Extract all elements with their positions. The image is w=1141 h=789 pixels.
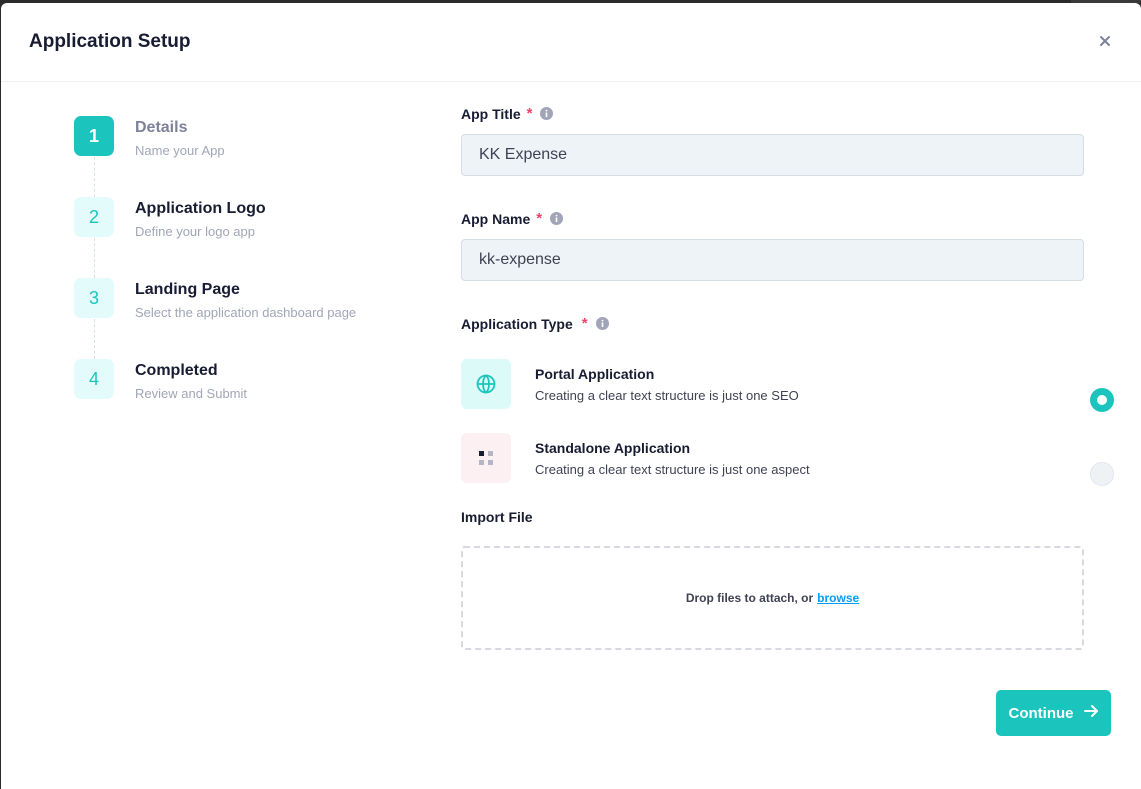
application-type-label-text: Application Type — [461, 315, 573, 332]
modal-header: Application Setup — [1, 3, 1141, 82]
app-title-label-text: App Title — [461, 105, 521, 122]
portal-application-radio[interactable] — [1090, 388, 1114, 412]
file-dropzone[interactable]: Drop files to attach, or browse — [461, 546, 1084, 650]
import-file-label-text: Import File — [461, 509, 533, 525]
info-icon — [550, 212, 564, 225]
step-number: 1 — [74, 116, 114, 156]
continue-button[interactable]: Continue — [996, 690, 1111, 736]
required-marker: * — [536, 210, 543, 227]
option-title: Standalone Application — [535, 440, 691, 456]
step-description: Review and Submit — [135, 386, 247, 401]
step-connector — [94, 157, 95, 197]
option-description: Creating a clear text structure is just … — [535, 388, 799, 403]
required-marker: * — [526, 105, 533, 122]
app-title-label: App Title * — [461, 105, 554, 122]
step-title: Landing Page — [135, 281, 240, 298]
option-description: Creating a clear text structure is just … — [535, 462, 810, 477]
grid-icon — [461, 433, 511, 483]
step-title: Details — [135, 119, 188, 136]
browse-link[interactable]: browse — [817, 591, 859, 605]
step-landing-page[interactable]: 3 Landing Page Select the application da… — [74, 278, 414, 322]
step-title: Completed — [135, 362, 218, 379]
step-description: Name your App — [135, 143, 225, 158]
step-details[interactable]: 1 Details Name your App — [74, 116, 414, 160]
step-number: 4 — [74, 359, 114, 399]
step-connector — [94, 238, 95, 278]
modal-title: Application Setup — [29, 31, 191, 52]
close-icon — [1095, 31, 1115, 51]
close-button[interactable] — [1095, 31, 1115, 51]
step-title: Application Logo — [135, 200, 266, 217]
application-type-label: Application Type * — [461, 315, 609, 332]
step-completed[interactable]: 4 Completed Review and Submit — [74, 359, 414, 403]
step-connector — [94, 319, 95, 359]
step-number: 3 — [74, 278, 114, 318]
step-number: 2 — [74, 197, 114, 237]
app-title-input[interactable] — [461, 134, 1084, 176]
option-title: Portal Application — [535, 366, 655, 382]
application-setup-modal: Application Setup 1 Details Name your Ap… — [1, 3, 1141, 789]
import-file-label: Import File — [461, 509, 533, 525]
step-application-logo[interactable]: 2 Application Logo Define your logo app — [74, 197, 414, 241]
continue-label: Continue — [1008, 704, 1074, 722]
arrow-right-icon — [1074, 703, 1099, 723]
app-name-label: App Name * — [461, 210, 564, 227]
globe-icon — [461, 359, 511, 409]
step-description: Define your logo app — [135, 224, 255, 239]
required-marker: * — [581, 315, 588, 332]
dropzone-text: Drop files to attach, or — [685, 591, 814, 605]
option-standalone-application[interactable]: Standalone Application Creating a clear … — [461, 433, 1121, 486]
standalone-application-radio[interactable] — [1090, 462, 1114, 486]
info-icon — [595, 317, 609, 330]
step-description: Select the application dashboard page — [135, 305, 357, 320]
app-name-label-text: App Name — [461, 210, 531, 227]
option-portal-application[interactable]: Portal Application Creating a clear text… — [461, 359, 1121, 412]
info-icon — [540, 107, 554, 120]
app-name-input[interactable] — [461, 239, 1084, 281]
